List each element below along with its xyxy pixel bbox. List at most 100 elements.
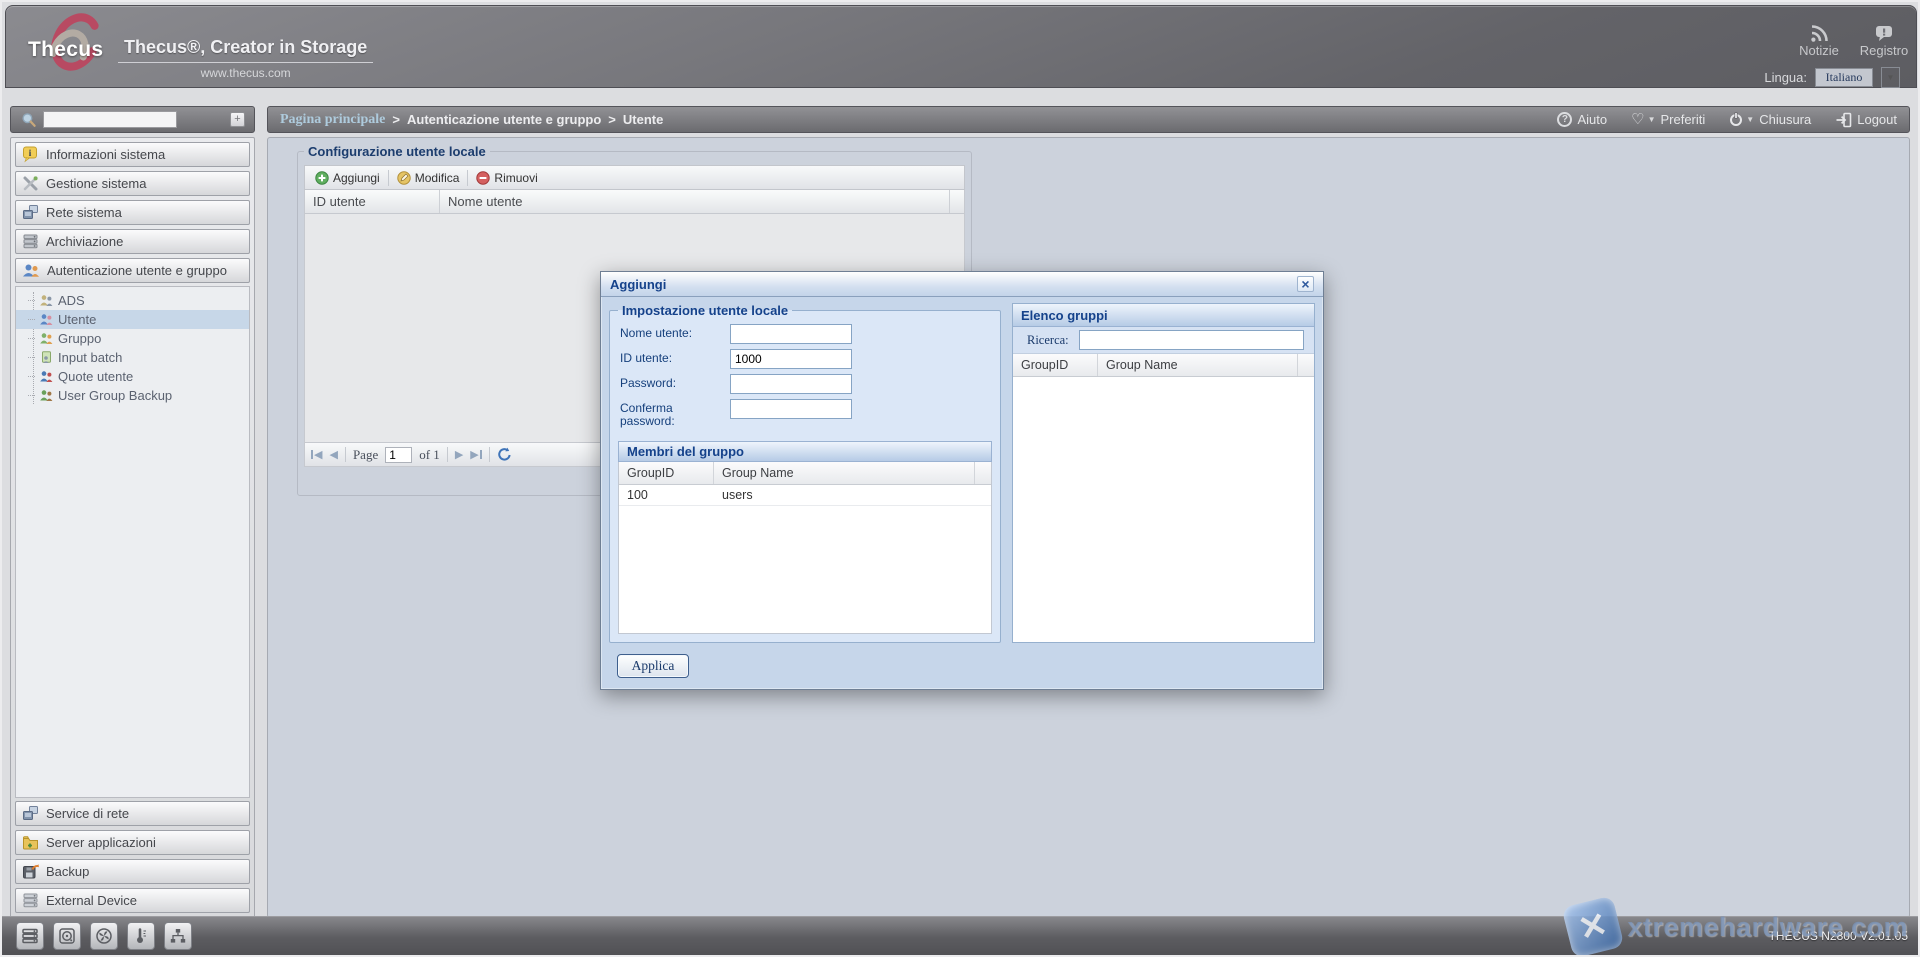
sidebar-item-quote-utente[interactable]: Quote utente bbox=[16, 367, 249, 386]
id-utente-input[interactable] bbox=[730, 349, 852, 369]
modifica-button[interactable]: Modifica bbox=[389, 168, 468, 188]
nome-utente-label: Nome utente: bbox=[620, 324, 730, 344]
close-icon[interactable]: × bbox=[1297, 276, 1314, 292]
field-row: Conferma password: bbox=[620, 399, 1000, 428]
sidebar-item-autenticazione-utente-e-gruppo[interactable]: Autenticazione utente e gruppo bbox=[15, 258, 250, 283]
first-page-button[interactable]: ◀ bbox=[311, 448, 322, 461]
sidebar-item-gestione-sistema[interactable]: Gestione sistema bbox=[15, 171, 250, 196]
previous-page-button[interactable]: ◀ bbox=[329, 448, 337, 461]
next-page-button[interactable]: ▶ bbox=[455, 448, 463, 461]
status-bar: THECUS N2800 V2.01.05 bbox=[2, 916, 1920, 955]
disk-status-button[interactable] bbox=[53, 922, 81, 950]
fan-icon bbox=[95, 927, 113, 945]
sidebar-item-label: Archiviazione bbox=[46, 234, 123, 249]
preferiti-button[interactable]: ♡▼ Preferiti bbox=[1631, 112, 1705, 127]
rimuovi-button[interactable]: Rimuovi bbox=[468, 168, 545, 188]
groups-table-empty-area bbox=[1013, 377, 1314, 642]
dialog-titlebar[interactable]: Aggiungi × bbox=[601, 272, 1323, 297]
dialog-title: Aggiungi bbox=[610, 277, 666, 292]
column-group-name[interactable]: Group Name bbox=[714, 462, 974, 484]
sidebar-item-backup[interactable]: Backup bbox=[15, 859, 250, 884]
column-id-utente[interactable]: ID utente bbox=[305, 190, 440, 213]
pagination-separator bbox=[345, 447, 346, 462]
sidebar-item-label: Server applicazioni bbox=[46, 835, 156, 850]
preferiti-label: Preferiti bbox=[1660, 112, 1705, 127]
cell-groupid: 100 bbox=[619, 488, 714, 502]
sidebar-item-input-batch[interactable]: Input batch bbox=[16, 348, 249, 367]
groups-title: Elenco gruppi bbox=[1021, 308, 1108, 323]
members-table-row[interactable]: 100 users bbox=[619, 485, 991, 506]
sidebar-item-gruppo[interactable]: Gruppo bbox=[16, 329, 249, 348]
sidebar-search-input[interactable] bbox=[43, 111, 177, 128]
sidebar-item-service-di-rete[interactable]: Service di rete bbox=[15, 801, 250, 826]
column-group-name[interactable]: Group Name bbox=[1098, 354, 1297, 376]
sidebar-item-utente[interactable]: Utente bbox=[16, 310, 249, 329]
language-select[interactable]: Italiano bbox=[1815, 68, 1873, 87]
page-number-input[interactable] bbox=[385, 447, 412, 463]
server-status-button[interactable] bbox=[16, 922, 44, 950]
page-of-label: of 1 bbox=[419, 447, 440, 463]
column-nome-utente[interactable]: Nome utente bbox=[440, 190, 949, 213]
tree-connector bbox=[28, 300, 35, 301]
logout-icon bbox=[1835, 112, 1852, 128]
quota-mini-icon bbox=[39, 370, 54, 383]
brand-tagline: Thecus®, Creator in Storage bbox=[118, 37, 373, 63]
tree-connector bbox=[28, 357, 35, 358]
brand-tagline-block: Thecus®, Creator in Storage www.thecus.c… bbox=[118, 37, 373, 80]
chiusura-label: Chiusura bbox=[1759, 112, 1811, 127]
sidebar-item-rete-sistema[interactable]: Rete sistema bbox=[15, 200, 250, 225]
nome-utente-input[interactable] bbox=[730, 324, 852, 344]
password-label: Password: bbox=[620, 374, 730, 394]
tree-connector bbox=[28, 338, 35, 339]
sidebar-expand-button[interactable]: + bbox=[230, 112, 245, 127]
members-table-header: GroupID Group Name bbox=[619, 462, 991, 485]
network-status-button[interactable] bbox=[164, 922, 192, 950]
users-mini-icon bbox=[39, 294, 54, 307]
user-grid-toolbar: Aggiungi Modifica Rimuovi bbox=[304, 165, 965, 190]
password-input[interactable] bbox=[730, 374, 852, 394]
user-table-header: ID utente Nome utente bbox=[304, 190, 965, 214]
members-title: Membri del gruppo bbox=[627, 444, 744, 459]
tree-connector bbox=[28, 395, 35, 396]
language-dropdown-arrow-icon[interactable]: ▼ bbox=[1881, 67, 1900, 88]
hdd-icon bbox=[58, 927, 76, 945]
chevron-down-icon: ▼ bbox=[1648, 115, 1656, 124]
aiuto-button[interactable]: ? Aiuto bbox=[1557, 112, 1607, 127]
last-page-button[interactable]: ▶ bbox=[470, 448, 481, 461]
refresh-icon[interactable] bbox=[497, 447, 512, 462]
log-bubble-icon bbox=[1849, 21, 1919, 43]
temperature-status-button[interactable] bbox=[127, 922, 155, 950]
sidebar-item-ads[interactable]: ADS bbox=[16, 291, 249, 310]
breadcrumb-home-link[interactable]: Pagina principale bbox=[280, 112, 385, 128]
disk-stack-icon bbox=[22, 892, 39, 909]
remove-circle-icon bbox=[476, 171, 490, 185]
sidebar-subitem-label: Gruppo bbox=[58, 331, 101, 346]
logout-button[interactable]: Logout bbox=[1835, 112, 1897, 128]
ricerca-input[interactable] bbox=[1079, 330, 1304, 350]
local-user-settings-fieldset: Impostazione utente locale Nome utente: … bbox=[609, 303, 1001, 643]
sidebar-item-archiviazione[interactable]: Archiviazione bbox=[15, 229, 250, 254]
sidebar-item-informazioni-sistema[interactable]: i Informazioni sistema bbox=[15, 142, 250, 167]
sidebar-item-label: Autenticazione utente e gruppo bbox=[47, 263, 227, 278]
column-groupid[interactable]: GroupID bbox=[619, 462, 714, 484]
applica-button[interactable]: Applica bbox=[617, 654, 689, 678]
column-groupid[interactable]: GroupID bbox=[1013, 354, 1098, 376]
chevron-down-icon: ▼ bbox=[1746, 115, 1754, 124]
sidebar-item-external-device[interactable]: External Device bbox=[15, 888, 250, 913]
aggiungi-button[interactable]: Aggiungi bbox=[307, 168, 388, 188]
chiusura-button[interactable]: ▼ Chiusura bbox=[1729, 112, 1811, 127]
tree-connector bbox=[28, 319, 35, 320]
fan-status-button[interactable] bbox=[90, 922, 118, 950]
registro-button[interactable]: Registro bbox=[1849, 21, 1919, 58]
modifica-label: Modifica bbox=[415, 171, 460, 185]
sidebar-item-user-group-backup[interactable]: User Group Backup bbox=[16, 386, 249, 405]
id-utente-label: ID utente: bbox=[620, 349, 730, 369]
conferma-password-input[interactable] bbox=[730, 399, 852, 419]
dialog-body: Impostazione utente locale Nome utente: … bbox=[609, 303, 1315, 643]
notizie-button[interactable]: Notizie bbox=[1784, 21, 1854, 58]
field-row: ID utente: bbox=[620, 349, 1000, 369]
elenco-gruppi-header: Elenco gruppi bbox=[1013, 304, 1314, 327]
sidebar-item-label: Informazioni sistema bbox=[46, 147, 165, 162]
network-computers-icon bbox=[22, 805, 39, 822]
sidebar-item-server-applicazioni[interactable]: Server applicazioni bbox=[15, 830, 250, 855]
